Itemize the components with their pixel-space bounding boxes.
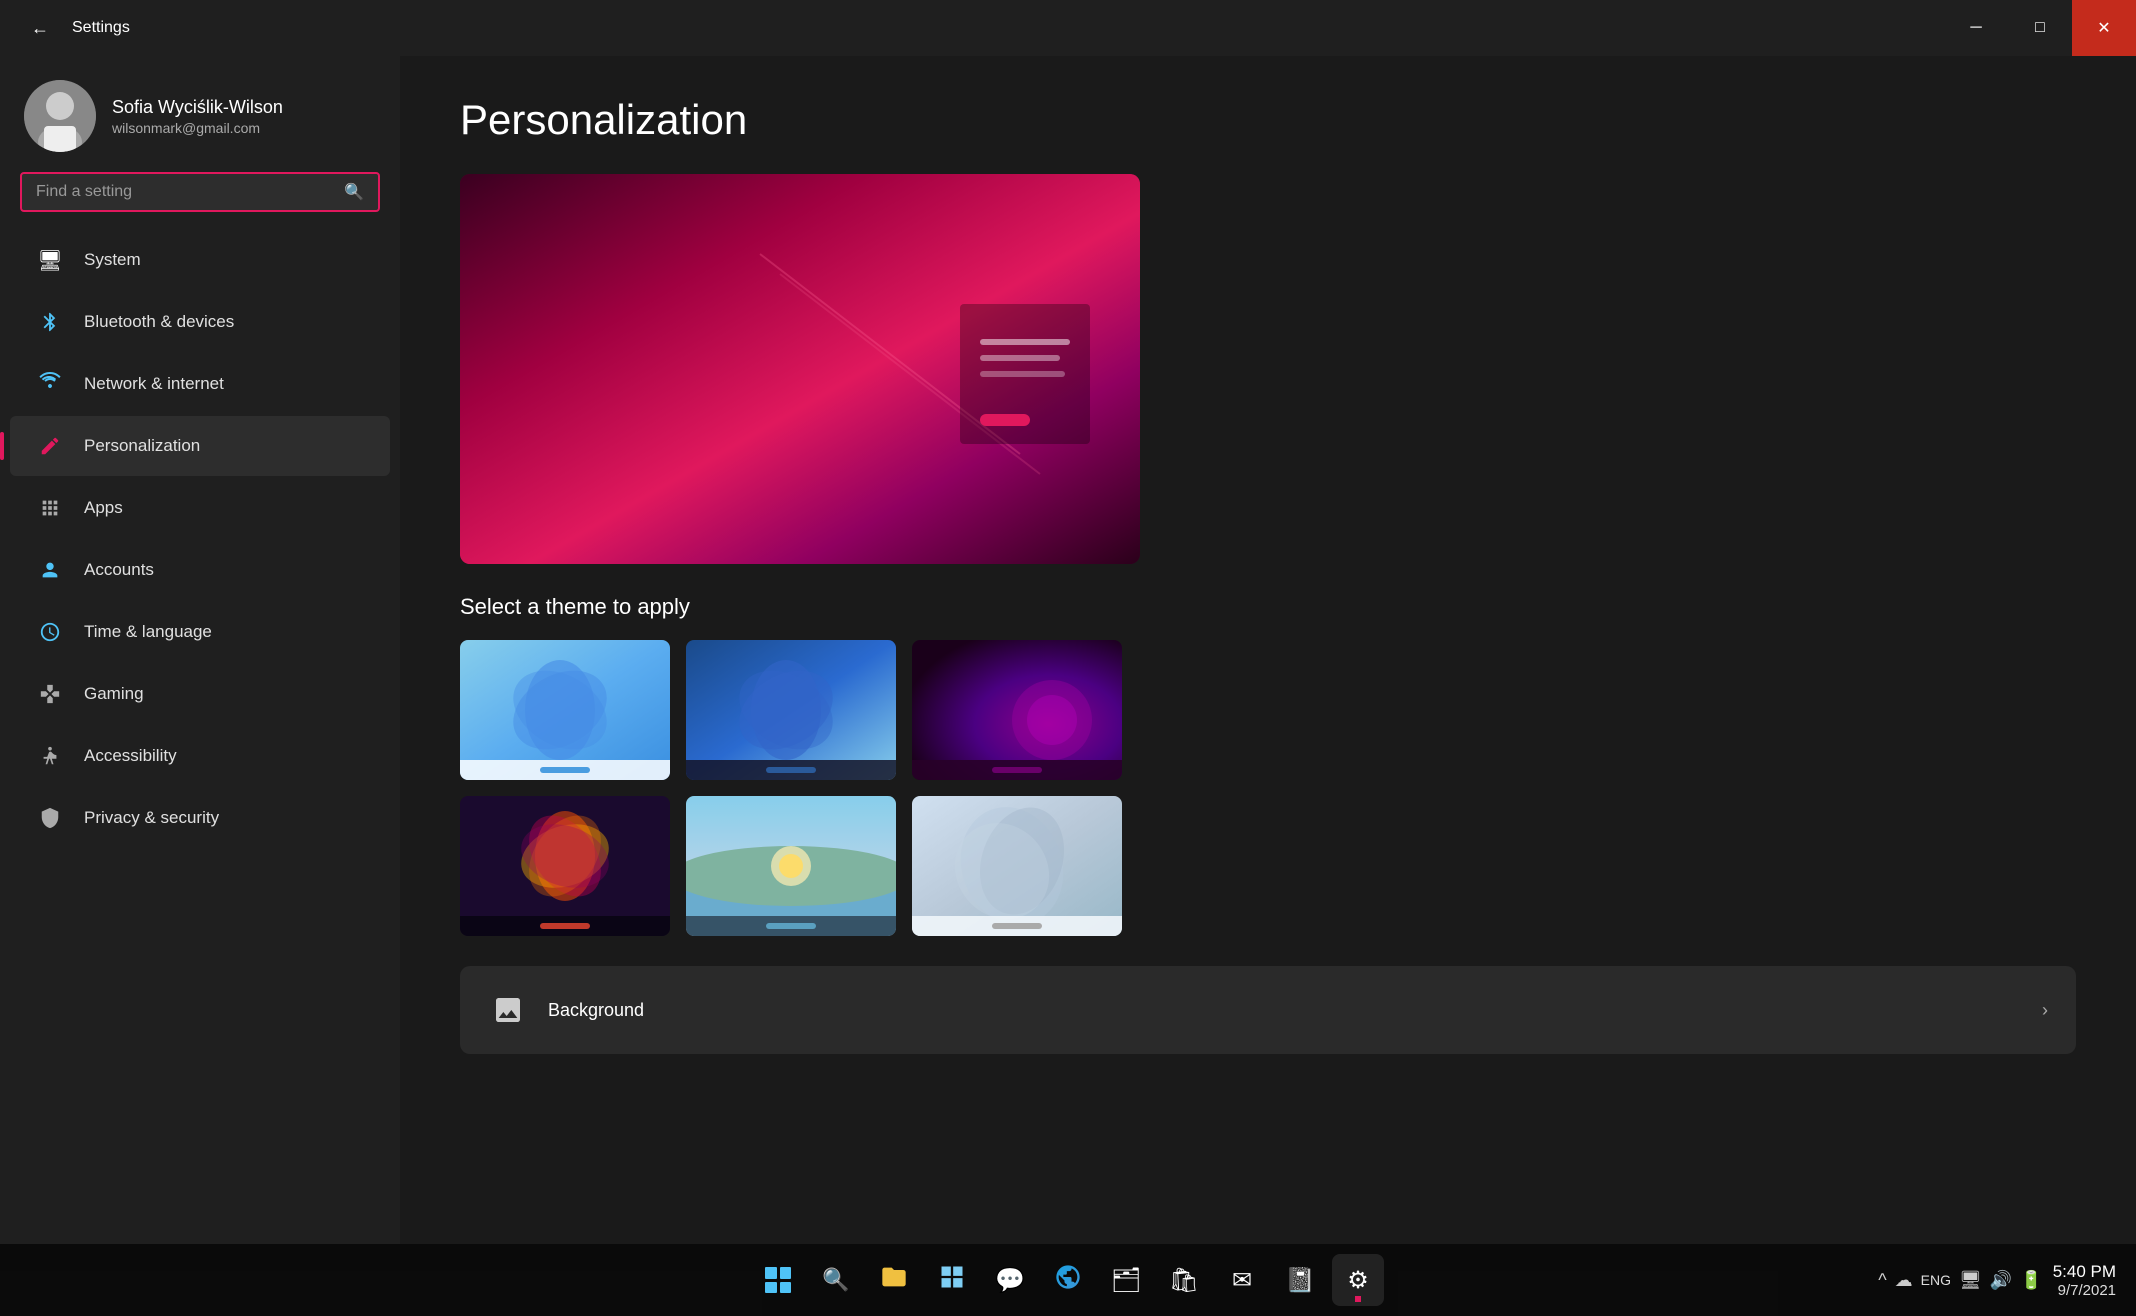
back-icon: ←: [31, 18, 49, 39]
titlebar: ← Settings ─ □ ✕: [0, 0, 2136, 56]
theme-grid: [460, 640, 2076, 936]
minimize-button[interactable]: ─: [1944, 0, 2008, 56]
sidebar-item-accessibility[interactable]: Accessibility: [10, 726, 390, 786]
background-icon: [488, 990, 528, 1030]
apps-icon: [34, 492, 66, 524]
taskbar-start-button[interactable]: [752, 1254, 804, 1306]
theme-card-white[interactable]: [912, 796, 1122, 936]
sidebar-item-label: Bluetooth & devices: [84, 312, 234, 332]
search-icon: 🔍: [822, 1267, 849, 1293]
bluetooth-icon: [34, 306, 66, 338]
store-icon: 🛍: [1169, 1266, 1199, 1295]
theme-card-nature[interactable]: [686, 796, 896, 936]
nav-items: 🖥 System Bluetooth & devices Network &: [0, 228, 400, 1234]
avatar: [24, 80, 96, 152]
user-profile[interactable]: Sofia Wyciślik-Wilson wilsonmark@gmail.c…: [0, 56, 400, 172]
taskbar-widgets-button[interactable]: [926, 1254, 978, 1306]
chevron-right-icon: ›: [2042, 1000, 2048, 1021]
sidebar-item-label: System: [84, 250, 141, 270]
sidebar-item-label: Network & internet: [84, 374, 224, 394]
user-name: Sofia Wyciślik-Wilson: [112, 97, 283, 118]
theme-section-label: Select a theme to apply: [460, 594, 2076, 620]
user-email: wilsonmark@gmail.com: [112, 120, 283, 136]
user-info: Sofia Wyciślik-Wilson wilsonmark@gmail.c…: [112, 97, 283, 136]
taskbar-journal-button[interactable]: 📓: [1274, 1254, 1326, 1306]
sidebar: Sofia Wyciślik-Wilson wilsonmark@gmail.c…: [0, 56, 400, 1244]
chevron-up-icon[interactable]: ^: [1878, 1270, 1886, 1291]
speaker-icon[interactable]: 🔊: [1990, 1270, 2012, 1291]
theme-card-dark[interactable]: [686, 640, 896, 780]
taskbar-apps: 🔍 💬: [752, 1254, 1384, 1306]
main-layout: Sofia Wyciślik-Wilson wilsonmark@gmail.c…: [0, 56, 2136, 1244]
background-section[interactable]: Background ›: [460, 966, 2076, 1054]
sidebar-item-time[interactable]: Time & language: [10, 602, 390, 662]
maximize-button[interactable]: □: [2008, 0, 2072, 56]
date-display: 9/7/2021: [2053, 1282, 2116, 1299]
taskbar: 🔍 💬: [0, 1244, 2136, 1316]
sidebar-item-label: Accounts: [84, 560, 154, 580]
wallpaper-preview: [460, 174, 1140, 564]
windows-logo-icon: [765, 1267, 791, 1293]
sidebar-item-network[interactable]: Network & internet: [10, 354, 390, 414]
sidebar-item-label: Privacy & security: [84, 808, 219, 828]
taskbar-store-button[interactable]: 🛍: [1158, 1254, 1210, 1306]
close-button[interactable]: ✕: [2072, 0, 2136, 56]
background-label: Background: [548, 1000, 644, 1021]
time-display: 5:40 PM: [2053, 1262, 2116, 1282]
language-indicator[interactable]: ENG: [1921, 1272, 1951, 1288]
window-controls: ─ □ ✕: [1944, 0, 2136, 56]
sidebar-item-label: Apps: [84, 498, 123, 518]
theme-card-light[interactable]: [460, 640, 670, 780]
taskbar-settings-button[interactable]: ⚙: [1332, 1254, 1384, 1306]
taskbar-files-button[interactable]: 🗂: [1100, 1254, 1152, 1306]
widgets-icon: [938, 1263, 966, 1298]
gaming-icon: [34, 678, 66, 710]
network-icon: [34, 368, 66, 400]
sidebar-item-apps[interactable]: Apps: [10, 478, 390, 538]
mail-icon: ✉: [1232, 1266, 1252, 1295]
sidebar-item-bluetooth[interactable]: Bluetooth & devices: [10, 292, 390, 352]
search-container: 🔍: [0, 172, 400, 228]
taskbar-explorer-button[interactable]: [868, 1254, 920, 1306]
personalization-icon: [34, 430, 66, 462]
privacy-icon: [34, 802, 66, 834]
display-icon[interactable]: 🖥: [1959, 1270, 1982, 1291]
back-button[interactable]: ←: [20, 8, 60, 48]
sidebar-item-accounts[interactable]: Accounts: [10, 540, 390, 600]
sidebar-item-label: Time & language: [84, 622, 212, 642]
taskbar-search-button[interactable]: 🔍: [810, 1254, 862, 1306]
sidebar-item-label: Personalization: [84, 436, 200, 456]
search-icon: 🔍: [344, 182, 364, 202]
theme-card-purple[interactable]: [912, 640, 1122, 780]
taskbar-teams-button[interactable]: 💬: [984, 1254, 1036, 1306]
search-box: 🔍: [20, 172, 380, 212]
teams-icon: 💬: [995, 1266, 1025, 1295]
settings-icon: ⚙: [1347, 1266, 1369, 1295]
sidebar-item-label: Gaming: [84, 684, 144, 704]
time-icon: [34, 616, 66, 648]
file-explorer-icon: [880, 1263, 908, 1298]
sidebar-item-privacy[interactable]: Privacy & security: [10, 788, 390, 848]
accessibility-icon: [34, 740, 66, 772]
theme-card-glow[interactable]: [460, 796, 670, 936]
sidebar-item-label: Accessibility: [84, 746, 177, 766]
search-input[interactable]: [36, 183, 334, 201]
battery-icon[interactable]: 🔋: [2020, 1270, 2042, 1291]
files-icon: 🗂: [1111, 1266, 1141, 1295]
edge-icon: [1054, 1263, 1082, 1298]
journal-icon: 📓: [1285, 1266, 1315, 1295]
page-title: Personalization: [460, 96, 2076, 144]
accounts-icon: [34, 554, 66, 586]
cloud-icon[interactable]: ☁: [1895, 1270, 1913, 1291]
titlebar-title: Settings: [72, 19, 130, 37]
taskbar-clock[interactable]: 5:40 PM 9/7/2021: [2053, 1262, 2116, 1299]
system-icon: 🖥: [34, 244, 66, 276]
taskbar-systray: ^ ☁ ENG 🖥 🔊 🔋 5:40 PM 9/7/2021: [1878, 1262, 2116, 1299]
taskbar-mail-button[interactable]: ✉: [1216, 1254, 1268, 1306]
taskbar-edge-button[interactable]: [1042, 1254, 1094, 1306]
content-area: Personalization: [400, 56, 2136, 1244]
sidebar-item-gaming[interactable]: Gaming: [10, 664, 390, 724]
sidebar-item-system[interactable]: 🖥 System: [10, 230, 390, 290]
sidebar-item-personalization[interactable]: Personalization: [10, 416, 390, 476]
